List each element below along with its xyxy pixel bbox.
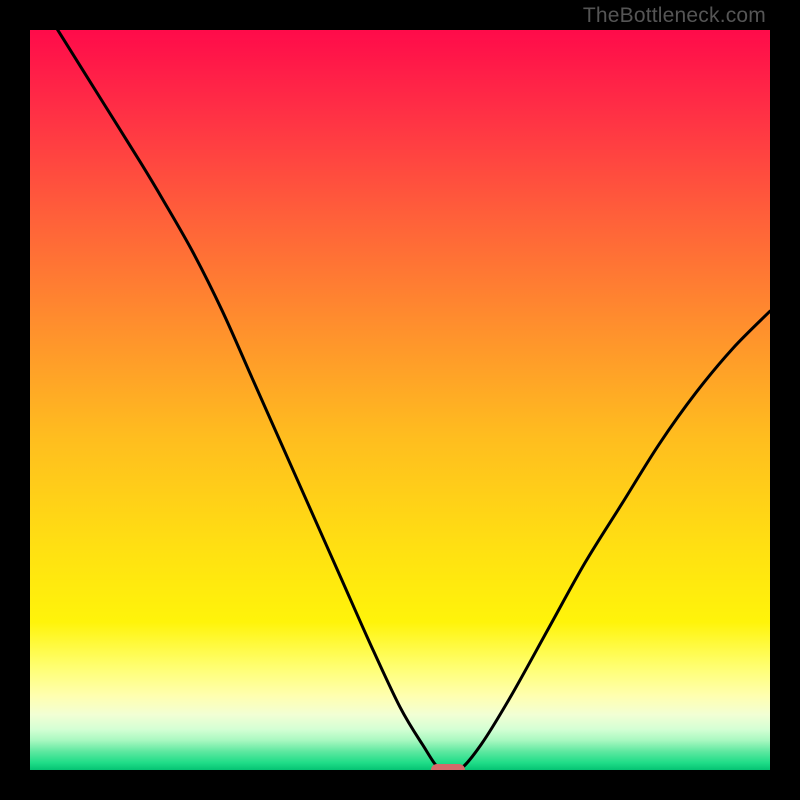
chart-frame: TheBottleneck.com xyxy=(0,0,800,800)
bottleneck-curve xyxy=(30,30,770,770)
optimal-marker xyxy=(431,764,464,770)
plot-area xyxy=(30,30,770,770)
watermark-text: TheBottleneck.com xyxy=(583,4,766,28)
